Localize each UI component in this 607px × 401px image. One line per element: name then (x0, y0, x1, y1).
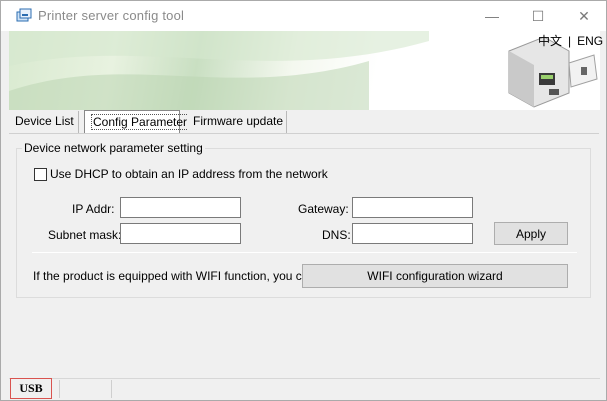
close-icon: ✕ (578, 7, 590, 24)
tab-config-parameter[interactable]: Config Parameter (84, 110, 190, 134)
status-cell-divider (111, 380, 112, 398)
tab-device-list[interactable]: Device List (9, 111, 79, 133)
ip-address-field[interactable] (120, 197, 241, 218)
minimize-icon: — (485, 8, 499, 24)
gateway-field[interactable] (352, 197, 473, 218)
wifi-hint-text: If the product is equipped with WIFI fun… (33, 269, 316, 283)
tab-label: Config Parameter (91, 114, 190, 130)
printer-app-icon (15, 7, 33, 25)
apply-button[interactable]: Apply (494, 222, 568, 245)
language-switch: 中文 | ENG (538, 32, 603, 49)
group-title: Device network parameter setting (22, 141, 205, 155)
subnet-mask-field[interactable] (120, 223, 241, 244)
status-cell-divider (59, 380, 60, 398)
maximize-icon: ☐ (531, 7, 545, 24)
divider (32, 252, 577, 253)
tab-label: Device List (15, 114, 74, 128)
header-banner (9, 31, 600, 110)
tab-label: Firmware update (193, 114, 284, 128)
close-button[interactable]: ✕ (561, 1, 607, 31)
app-window: Printer server config tool — ☐ ✕ 中文 | EN… (0, 0, 607, 401)
tab-firmware-update[interactable]: Firmware update (187, 111, 287, 133)
subnet-label: Subnet mask: (48, 228, 122, 242)
wifi-wizard-button[interactable]: WIFI configuration wizard (302, 264, 568, 288)
dhcp-option[interactable]: Use DHCP to obtain an IP address from th… (34, 167, 328, 181)
dns-field[interactable] (352, 223, 473, 244)
dhcp-label: Use DHCP to obtain an IP address from th… (50, 167, 328, 181)
connection-status-usb: USB (10, 378, 52, 399)
lang-separator: | (568, 34, 572, 48)
window-title: Printer server config tool (38, 8, 185, 23)
lang-chinese-link[interactable]: 中文 (538, 34, 562, 48)
device-illustration (9, 31, 598, 110)
maximize-button[interactable]: ☐ (515, 1, 561, 31)
dhcp-checkbox[interactable] (34, 167, 47, 181)
ip-label: IP Addr: (72, 202, 115, 216)
dns-label: DNS: (322, 228, 351, 242)
minimize-button[interactable]: — (469, 1, 515, 31)
lang-english-link[interactable]: ENG (577, 34, 603, 48)
status-bar (9, 378, 600, 400)
gateway-label: Gateway: (298, 202, 349, 216)
title-bar: Printer server config tool — ☐ ✕ (1, 1, 606, 31)
